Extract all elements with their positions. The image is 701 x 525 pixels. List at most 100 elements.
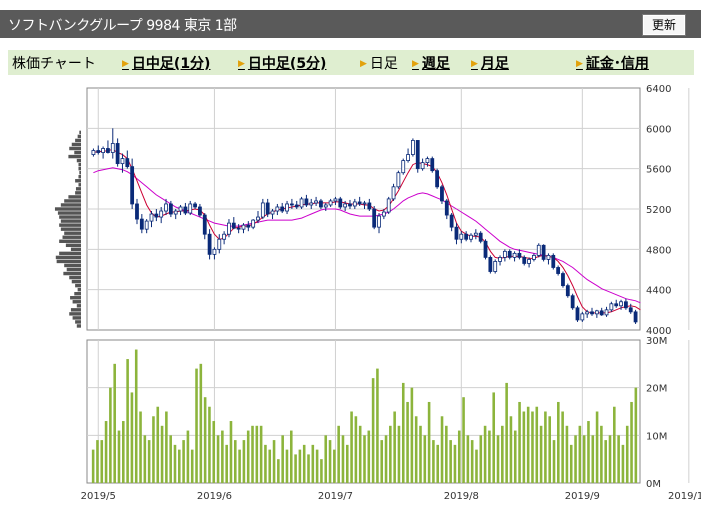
candle-body (212, 248, 217, 255)
candle-body (556, 267, 561, 274)
volume-profile-bar (65, 243, 81, 248)
volume-bar (522, 411, 526, 483)
arrow-icon: ▶ (576, 59, 583, 69)
volume-profile-bar (68, 154, 81, 159)
volume-bar (518, 401, 521, 483)
volume-bar (453, 444, 457, 483)
candle-body (91, 150, 96, 155)
volume-bar (410, 387, 414, 483)
volume-bar (552, 440, 556, 483)
volume-bar (315, 449, 319, 483)
volume-bar (557, 401, 560, 483)
volume-bar (173, 444, 177, 483)
volume-profile-bar (76, 324, 81, 328)
candle-body (628, 307, 633, 313)
candle-body (541, 244, 546, 260)
volume-profile-bar (71, 142, 81, 147)
tab-label: 株価チャート (12, 56, 96, 72)
volume-profile-bar (54, 207, 81, 211)
volume-bar (470, 440, 474, 483)
volume-bar (354, 416, 358, 483)
candle-body (561, 273, 565, 287)
volume-bar (440, 416, 444, 483)
candle-body (396, 172, 401, 188)
volume-bar (242, 440, 246, 483)
candle-body (202, 214, 207, 235)
volume-bar (384, 435, 388, 483)
candle-body (275, 206, 280, 212)
candle-body (188, 203, 193, 214)
candle-body (207, 233, 212, 255)
candle-body (406, 154, 410, 162)
volume-bar (302, 444, 306, 483)
volume-profile-bar (59, 251, 81, 256)
volume-bar (229, 421, 233, 483)
candle-body (623, 301, 628, 309)
candle-body (120, 158, 125, 165)
volume-bar (281, 435, 284, 483)
tab-weekly[interactable]: ▶ 週足 (412, 53, 450, 73)
candle-body (633, 311, 638, 323)
price-chart: 40004400480052005600600064000M10M20M30M2… (54, 84, 701, 502)
tab-intraday-5min[interactable]: ▶ 日中足(5分) (238, 53, 326, 73)
candle-body (222, 233, 227, 240)
volume-bar (561, 411, 564, 483)
candle-body (435, 170, 440, 188)
volume-bar (526, 406, 530, 483)
volume-profile-bar (69, 312, 81, 316)
candle-body (527, 259, 531, 264)
volume-bar (324, 435, 328, 483)
tab-monthly[interactable]: ▶ 月足 (471, 53, 509, 73)
candle-body (106, 148, 110, 153)
volume-bar (345, 444, 349, 483)
volume-profile-bar (75, 138, 81, 143)
volume-profile-bar (76, 158, 81, 163)
volume-profile-bar (62, 235, 81, 239)
volume-bar (143, 435, 147, 483)
volume-bar (535, 406, 539, 483)
volume-bar (190, 449, 194, 483)
volume-bar (350, 411, 353, 483)
volume-bar (186, 430, 190, 483)
volume-bar (389, 425, 392, 483)
candle-body (594, 310, 599, 315)
volume-bar (462, 397, 465, 483)
candle-body (440, 186, 444, 202)
volume-profile-bar (79, 130, 81, 135)
candle-body (149, 213, 154, 222)
volume-bar (156, 406, 160, 483)
volume-bar (277, 459, 280, 483)
price-tick-label: 5600 (646, 165, 671, 176)
candle-body (198, 206, 202, 216)
candle-body (590, 311, 594, 315)
x-tick-label: 2019/5 (81, 491, 116, 502)
volume-bar (376, 368, 379, 483)
volume-profile-bar (56, 259, 81, 264)
candle-body (265, 202, 270, 215)
volume-bar (216, 435, 220, 483)
volume-profile-bar (64, 199, 81, 203)
volume-bar (91, 449, 95, 483)
volume-bar (436, 444, 440, 483)
volume-bar (367, 430, 371, 483)
volume-bar (199, 363, 203, 483)
volume-bar (109, 387, 112, 483)
volume-bar (147, 440, 151, 483)
volume-bar (113, 363, 116, 483)
candle-body (164, 203, 168, 212)
refresh-button[interactable]: 更新 (642, 14, 686, 36)
candle-body (285, 203, 289, 212)
candle-body (619, 301, 623, 307)
tab-margin[interactable]: ▶ 証金･信用 (576, 53, 649, 73)
volume-bar (613, 406, 616, 483)
candle-body (256, 216, 260, 221)
candle-body (609, 303, 614, 311)
candle-body (386, 198, 391, 213)
tab-label: 証金･信用 (585, 56, 649, 72)
volume-bar (582, 435, 586, 483)
tab-intraday-1min[interactable]: ▶ 日中足(1分) (122, 53, 210, 73)
candle-body (551, 254, 556, 268)
volume-bar (488, 430, 491, 483)
volume-bar (139, 411, 142, 483)
x-tick-label: 2019/9 (565, 491, 600, 502)
